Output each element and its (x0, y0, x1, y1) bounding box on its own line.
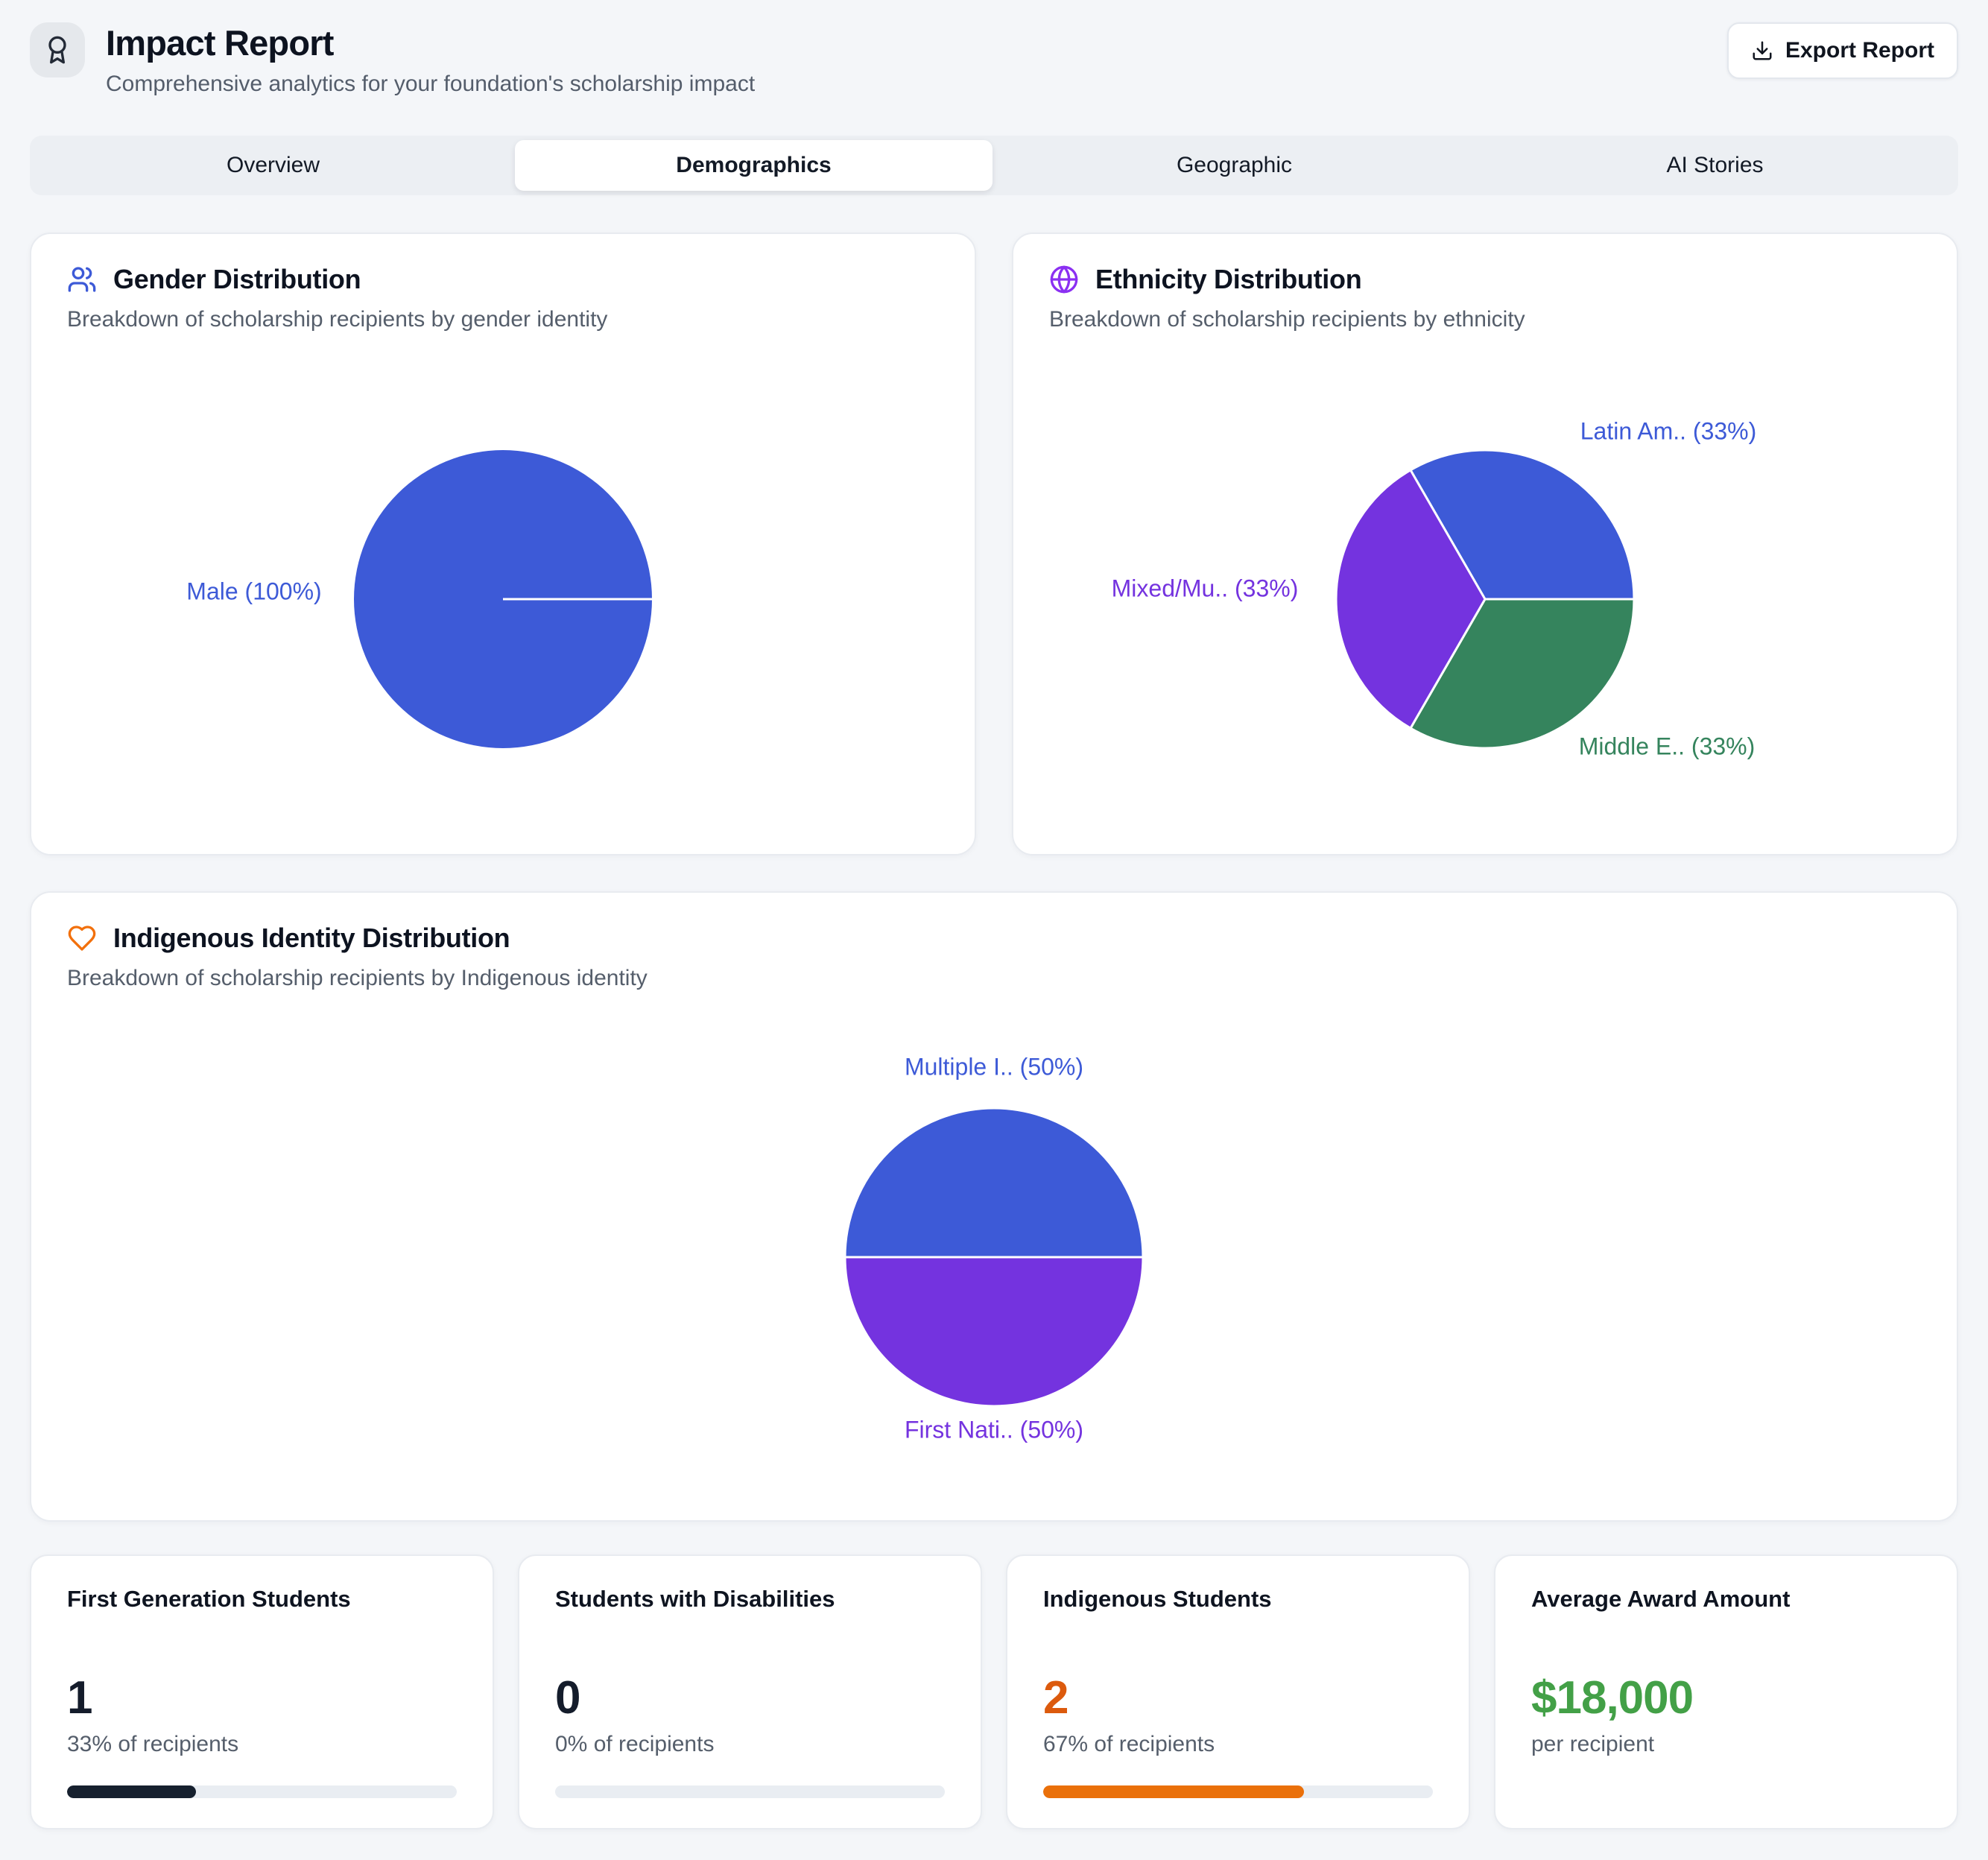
pie-label-mixed-multiple: Mixed/Mu.. (33%) (1112, 575, 1299, 602)
award-icon-badge (30, 22, 85, 78)
pie-label-male: Male (100%) (186, 578, 321, 605)
tab-ai-stories[interactable]: AI Stories (1476, 140, 1954, 191)
progress-bar (1043, 1785, 1433, 1798)
page-header: Impact Report Comprehensive analytics fo… (30, 22, 1958, 97)
globe-icon (1049, 265, 1079, 294)
ethnicity-card-title: Ethnicity Distribution (1095, 264, 1361, 295)
pie-label-first-nations: First Nati.. (50%) (905, 1416, 1083, 1443)
tab-geographic[interactable]: Geographic (995, 140, 1473, 191)
stats-row: First Generation Students 1 33% of recip… (30, 1554, 1958, 1829)
stat-title: Students with Disabilities (555, 1586, 945, 1613)
stat-subtext: 33% of recipients (67, 1732, 457, 1757)
indigenous-card-header: Indigenous Identity Distribution (67, 923, 1921, 954)
gender-pie[interactable] (349, 446, 656, 753)
tab-demographics[interactable]: Demographics (515, 140, 993, 191)
progress-bar (555, 1785, 945, 1798)
indigenous-pie-chart: Multiple I.. (50%) First Nati.. (50%) (67, 991, 1921, 1490)
stat-subtext: 0% of recipients (555, 1732, 945, 1757)
stat-value: 1 (67, 1675, 457, 1721)
stat-value: $18,000 (1531, 1675, 1921, 1721)
page-title: Impact Report (106, 24, 755, 63)
pie-label-multiple-identities: Multiple I.. (50%) (905, 1053, 1083, 1081)
pie-label-middle-eastern: Middle E.. (33%) (1579, 733, 1756, 760)
stat-subtext: per recipient (1531, 1732, 1921, 1757)
award-icon (42, 35, 72, 65)
stat-subtext: 67% of recipients (1043, 1732, 1433, 1757)
pie-label-latin-american: Latin Am.. (33%) (1580, 417, 1757, 445)
stat-title: Indigenous Students (1043, 1586, 1433, 1613)
impact-report-page: Impact Report Comprehensive analytics fo… (0, 0, 1988, 1860)
indigenous-card-title: Indigenous Identity Distribution (113, 923, 510, 954)
report-tabs: Overview Demographics Geographic AI Stor… (30, 136, 1958, 195)
gender-card-subtitle: Breakdown of scholarship recipients by g… (67, 307, 939, 332)
ethnicity-card-header: Ethnicity Distribution (1049, 264, 1921, 295)
progress-bar-fill (1043, 1785, 1304, 1798)
stat-title: Average Award Amount (1531, 1586, 1921, 1613)
ethnicity-distribution-card: Ethnicity Distribution Breakdown of scho… (1012, 232, 1958, 855)
gender-pie-chart: Male (100%) (67, 332, 939, 824)
ethnicity-card-subtitle: Breakdown of scholarship recipients by e… (1049, 307, 1921, 332)
indigenous-distribution-card: Indigenous Identity Distribution Breakdo… (30, 891, 1958, 1522)
heart-icon (67, 923, 97, 953)
stat-title: First Generation Students (67, 1586, 457, 1613)
gender-card-title: Gender Distribution (113, 264, 361, 295)
export-report-button[interactable]: Export Report (1727, 22, 1958, 79)
users-icon (67, 265, 97, 294)
stat-value: 2 (1043, 1675, 1433, 1721)
page-subtitle: Comprehensive analytics for your foundat… (106, 72, 755, 97)
gender-card-header: Gender Distribution (67, 264, 939, 295)
export-report-label: Export Report (1785, 38, 1934, 63)
tab-overview[interactable]: Overview (34, 140, 512, 191)
indigenous-card-subtitle: Breakdown of scholarship recipients by I… (67, 966, 1921, 991)
stat-card-indigenous: Indigenous Students 2 67% of recipients (1006, 1554, 1470, 1829)
ethnicity-pie-chart: Latin Am.. (33%) Middle E.. (33%) Mixed/… (1049, 332, 1921, 824)
stat-card-first-generation: First Generation Students 1 33% of recip… (30, 1554, 494, 1829)
progress-bar-fill (67, 1785, 196, 1798)
indigenous-pie[interactable] (841, 1104, 1147, 1411)
gender-distribution-card: Gender Distribution Breakdown of scholar… (30, 232, 976, 855)
stat-card-average-award: Average Award Amount $18,000 per recipie… (1494, 1554, 1958, 1829)
progress-bar (67, 1785, 457, 1798)
header-text: Impact Report Comprehensive analytics fo… (106, 22, 755, 97)
stat-value: 0 (555, 1675, 945, 1721)
stat-card-disabilities: Students with Disabilities 0 0% of recip… (518, 1554, 982, 1829)
charts-row: Gender Distribution Breakdown of scholar… (30, 232, 1958, 855)
download-icon (1751, 39, 1773, 62)
ethnicity-pie[interactable] (1332, 446, 1639, 753)
